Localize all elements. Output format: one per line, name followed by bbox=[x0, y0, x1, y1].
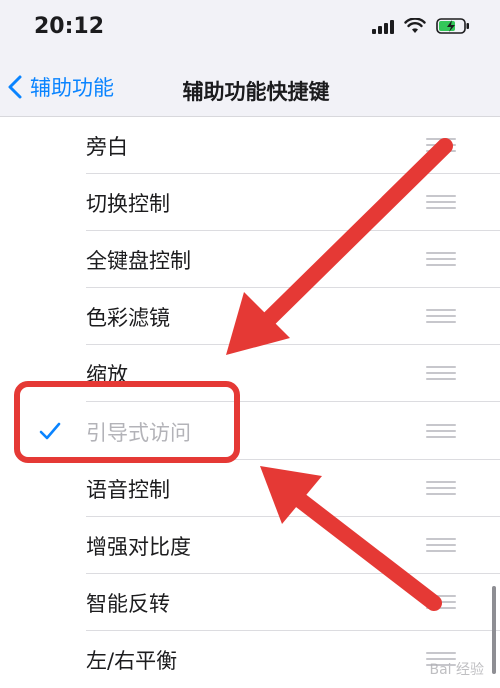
reorder-handle-icon[interactable] bbox=[426, 252, 456, 267]
cellular-signal-icon bbox=[372, 18, 394, 34]
reorder-handle-icon[interactable] bbox=[426, 480, 456, 495]
list-item-label: 全键盘控制 bbox=[86, 249, 191, 274]
list-item-label: 智能反转 bbox=[86, 591, 170, 616]
watermark: Bai 经验 bbox=[429, 662, 484, 678]
list-item[interactable]: 左/右平衡 bbox=[0, 631, 500, 688]
reorder-handle-icon[interactable] bbox=[426, 366, 456, 381]
list-item-label: 色彩滤镜 bbox=[86, 306, 170, 331]
list-item[interactable]: 旁白 bbox=[0, 117, 500, 174]
status-time: 20:12 bbox=[34, 14, 105, 39]
list-item[interactable]: 色彩滤镜 bbox=[0, 288, 500, 346]
reorder-handle-icon[interactable] bbox=[426, 138, 456, 152]
scrollbar[interactable] bbox=[492, 586, 496, 674]
list-item[interactable]: 增强对比度 bbox=[0, 517, 500, 574]
wifi-icon bbox=[404, 18, 426, 33]
annotation-highlight-box bbox=[14, 381, 240, 463]
reorder-handle-icon[interactable] bbox=[426, 423, 456, 438]
status-bar: 20:12 bbox=[0, 0, 500, 60]
reorder-handle-icon[interactable] bbox=[426, 537, 456, 552]
list-item-label: 切换控制 bbox=[86, 192, 170, 217]
page-title: 辅助功能快捷键 bbox=[182, 80, 330, 104]
reorder-handle-icon[interactable] bbox=[426, 309, 456, 324]
battery-charging-icon bbox=[436, 18, 469, 34]
list-item-label: 左/右平衡 bbox=[86, 648, 178, 673]
list-item[interactable]: 语音控制 bbox=[0, 460, 500, 517]
reorder-handle-icon[interactable] bbox=[426, 195, 456, 210]
status-icons bbox=[372, 18, 470, 34]
list-item[interactable]: 切换控制 bbox=[0, 174, 500, 232]
navigation-bar: 辅助功能 辅助功能快捷键 bbox=[0, 60, 500, 114]
list-item[interactable]: 智能反转 bbox=[0, 574, 500, 631]
list-item-label: 增强对比度 bbox=[86, 534, 191, 559]
reorder-handle-icon[interactable] bbox=[426, 594, 456, 609]
list-item[interactable]: 全键盘控制 bbox=[0, 231, 500, 289]
list-item-label: 旁白 bbox=[86, 135, 128, 159]
list-item-label: 语音控制 bbox=[86, 477, 170, 502]
